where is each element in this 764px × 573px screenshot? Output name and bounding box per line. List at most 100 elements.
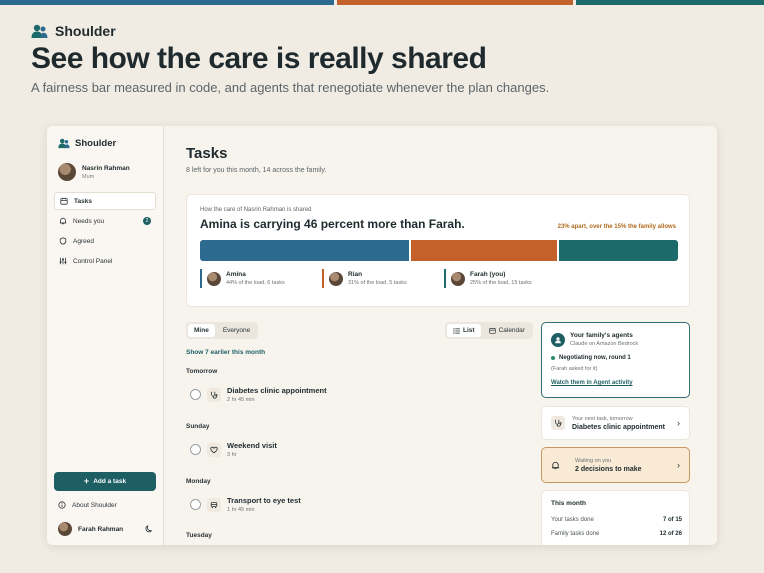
sidebar-brand[interactable]: Shoulder xyxy=(58,138,116,149)
task-duration: 1 hr 45 min xyxy=(227,507,255,513)
hero-title: See how the care is really shared xyxy=(31,42,487,75)
legend-detail: 25% of the load, 15 tasks xyxy=(470,280,532,286)
avatar xyxy=(58,163,76,181)
main-content: Tasks 8 left for you this month, 14 acro… xyxy=(186,126,691,545)
list-icon xyxy=(453,327,460,334)
legend-detail: 31% of the load, 5 tasks xyxy=(348,280,407,286)
sidebar-brand-name: Shoulder xyxy=(75,138,117,149)
task-duration: 2 hr 45 min xyxy=(227,397,255,403)
about-link[interactable]: About Shoulder xyxy=(58,501,117,509)
fairness-bar-segment-amina xyxy=(200,240,409,261)
month-row-label: Family tasks done xyxy=(551,531,600,537)
legend-item-amina[interactable]: Amina 44% of the load, 6 tasks xyxy=(200,269,322,288)
task-checkbox[interactable] xyxy=(190,499,201,510)
tab-calendar[interactable]: Calendar xyxy=(483,324,531,337)
sidebar-item-label: Needs you xyxy=(73,217,105,225)
day-heading: Sunday xyxy=(186,423,210,430)
status-dot-icon xyxy=(551,356,555,360)
share-caption: How the care of Nasrin Rahman is shared xyxy=(200,207,312,213)
legend-name: Farah (you) xyxy=(470,271,506,278)
negotiation-status-text: Negotiating now, round 1 xyxy=(559,355,631,361)
sidebar-item-needs-you[interactable]: Needs you 2 xyxy=(54,212,156,230)
share-apart-note: 23% apart, over the 15% the family allow… xyxy=(557,224,676,230)
month-row: Family tasks done 12 of 26 xyxy=(551,531,682,537)
show-earlier-link[interactable]: Show 7 earlier this month xyxy=(186,349,265,356)
top-color-strip xyxy=(0,0,764,5)
filter-tabs: Mine Everyone xyxy=(186,322,259,339)
app-window: Shoulder Nasrin Rahman Mum Tasks Needs y… xyxy=(47,126,717,545)
waiting-on-you-card[interactable]: Waiting on you 2 decisions to make › xyxy=(541,447,690,483)
needs-you-count-badge: 2 xyxy=(143,217,151,225)
task-item[interactable]: Transport to eye test 1 hr 45 min xyxy=(190,496,301,513)
bell-icon xyxy=(551,461,560,469)
task-name: Weekend visit xyxy=(227,441,277,450)
next-task-name: Diabetes clinic appointment xyxy=(572,423,665,431)
tab-list[interactable]: List xyxy=(447,324,481,337)
task-name: Transport to eye test xyxy=(227,496,301,505)
avatar xyxy=(207,271,221,286)
this-month-card: This month Your tasks done 7 of 15 Famil… xyxy=(541,490,690,545)
sidebar-item-label: Tasks xyxy=(74,197,92,205)
sidebar-item-label: Agreed xyxy=(73,237,94,245)
negotiation-note: (Farah asked for it) xyxy=(551,366,598,372)
agents-card: Your family's agents Claude on Amazon Be… xyxy=(541,322,690,398)
brand-name: Shoulder xyxy=(55,23,116,39)
add-task-label: Add a task xyxy=(93,478,127,485)
tab-everyone[interactable]: Everyone xyxy=(217,324,256,337)
chevron-right-icon: › xyxy=(677,418,680,428)
calendar-icon xyxy=(60,197,68,205)
tab-mine[interactable]: Mine xyxy=(188,324,215,337)
moon-icon[interactable] xyxy=(145,525,153,533)
sidebar-item-agreed[interactable]: Agreed xyxy=(54,232,156,250)
car-icon xyxy=(207,497,221,512)
next-task-card[interactable]: Your next task, tomorrow Diabetes clinic… xyxy=(541,406,690,440)
day-heading: Tuesday xyxy=(186,532,212,539)
current-user-name: Farah Rahman xyxy=(78,525,124,533)
legend-name: Amina xyxy=(226,271,246,278)
legend-item-farah[interactable]: Farah (you) 25% of the load, 15 tasks xyxy=(444,269,566,288)
task-name: Diabetes clinic appointment xyxy=(227,386,327,395)
next-task-caption: Your next task, tomorrow xyxy=(572,415,633,422)
share-headline: Amina is carrying 46 percent more than F… xyxy=(200,217,465,231)
add-task-button[interactable]: + Add a task xyxy=(54,472,156,491)
sidebar-item-label: Control Panel xyxy=(73,257,113,265)
hero-brand: Shoulder xyxy=(31,23,116,39)
task-checkbox[interactable] xyxy=(190,389,201,400)
task-duration: 3 hr xyxy=(227,452,237,458)
agent-activity-link[interactable]: Watch them in Agent activity xyxy=(551,380,633,386)
month-row-label: Your tasks done xyxy=(551,517,594,523)
hero-subtitle: A fairness bar measured in code, and age… xyxy=(31,80,550,95)
sidebar-item-tasks[interactable]: Tasks xyxy=(54,192,156,210)
page-title: Tasks xyxy=(186,145,228,162)
info-icon xyxy=(58,501,66,509)
profile-role: Mum xyxy=(82,173,95,180)
agents-title: Your family's agents xyxy=(570,332,633,339)
legend-detail: 44% of the load, 6 tasks xyxy=(226,280,285,286)
about-label: About Shoulder xyxy=(72,501,117,509)
chevron-right-icon: › xyxy=(677,460,680,470)
care-recipient-profile[interactable]: Nasrin Rahman Mum xyxy=(58,163,130,181)
people-icon xyxy=(58,138,70,149)
shield-icon xyxy=(59,237,67,245)
current-user[interactable]: Farah Rahman xyxy=(58,522,153,536)
month-title: This month xyxy=(551,500,587,507)
profile-name: Nasrin Rahman xyxy=(82,164,130,172)
month-row-value: 12 of 26 xyxy=(659,531,682,537)
care-share-card: How the care of Nasrin Rahman is shared … xyxy=(186,194,690,307)
page-subtitle: 8 left for you this month, 14 across the… xyxy=(186,167,327,174)
stethoscope-icon xyxy=(551,416,565,430)
task-item[interactable]: Weekend visit 3 hr xyxy=(190,441,277,458)
view-tabs: List Calendar xyxy=(445,322,533,339)
fairness-bar-segment-rian xyxy=(410,240,558,261)
sidebar-item-control-panel[interactable]: Control Panel xyxy=(54,252,156,270)
share-legend: Amina 44% of the load, 6 tasks Rian 31% … xyxy=(200,269,678,288)
task-checkbox[interactable] xyxy=(190,444,201,455)
fairness-bar-segment-farah xyxy=(559,240,678,261)
sliders-icon xyxy=(59,257,67,265)
sidebar-nav: Tasks Needs you 2 Agreed Control Panel xyxy=(54,192,156,272)
heart-icon xyxy=(207,442,221,457)
avatar xyxy=(58,522,72,536)
legend-item-rian[interactable]: Rian 31% of the load, 5 tasks xyxy=(322,269,444,288)
task-item[interactable]: Diabetes clinic appointment 2 hr 45 min xyxy=(190,386,327,403)
stethoscope-icon xyxy=(207,387,221,402)
